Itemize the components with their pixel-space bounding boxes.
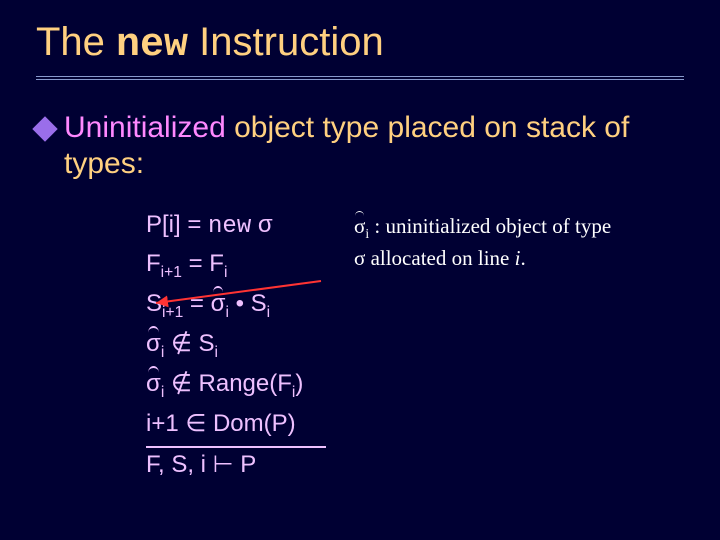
title-post: Instruction — [188, 20, 384, 64]
bullet-row: Uninitialized object type placed on stac… — [36, 110, 684, 182]
nhat: σ — [354, 214, 365, 238]
r4m: ∉ S — [164, 330, 214, 357]
rule-line-3: Si+1 = σi • Si — [146, 285, 326, 325]
slide-title: The new Instruction — [36, 20, 684, 68]
bullet-text: Uninitialized object type placed on stac… — [64, 110, 684, 182]
rule-line-5: σi ∉ Range(Fi) — [146, 365, 326, 405]
r3a: S — [146, 290, 162, 317]
r5m: ∉ Range(F — [164, 370, 292, 397]
sigma-hat-icon: σ — [146, 325, 161, 362]
r7: F, S, i ⊢ P — [146, 451, 256, 478]
ndot: . — [520, 246, 525, 270]
r1kw: new — [208, 213, 251, 240]
r3s2: i — [267, 304, 270, 321]
content-row: P[i] = new σ Fi+1 = Fi Si+1 = σi • Si σi… — [36, 206, 684, 483]
r3m: = — [183, 290, 210, 317]
rule-line-4: σi ∉ Si — [146, 325, 326, 365]
r4s: i — [215, 344, 218, 361]
side-note: σi : uninitialized object of type σ allo… — [354, 206, 614, 483]
sigma-hat-icon: σ — [146, 365, 161, 402]
diamond-bullet-icon — [32, 116, 57, 141]
r2m: = F — [182, 250, 224, 277]
title-pre: The — [36, 20, 116, 64]
title-underline — [36, 76, 684, 80]
rule-line-1: P[i] = new σ — [146, 206, 326, 245]
r3b: • S — [229, 290, 267, 317]
r1a: P[i] = — [146, 211, 208, 238]
r4h: σ — [146, 330, 161, 357]
r5b: ) — [295, 370, 303, 397]
rule-line-2: Fi+1 = Fi — [146, 245, 326, 285]
nrest: : uninitialized object of type σ allocat… — [354, 214, 611, 270]
rule-line-6: i+1 ∈ Dom(P) — [146, 405, 326, 442]
r6: i+1 ∈ Dom(P) — [146, 410, 296, 437]
r3s1: i+1 — [162, 304, 183, 321]
r3h: σ — [211, 290, 226, 317]
sigma-hat-icon: σ — [354, 212, 365, 240]
r2s2: i — [224, 264, 227, 281]
rule-line-7: F, S, i ⊢ P — [146, 446, 326, 483]
slide: The new Instruction Uninitialized object… — [0, 0, 720, 540]
r1b: σ — [251, 211, 272, 238]
r2s1: i+1 — [161, 264, 182, 281]
sigma-hat-icon: σ — [211, 285, 226, 322]
r5h: σ — [146, 370, 161, 397]
title-keyword: new — [116, 23, 188, 68]
bullet-keyword: Uninitialized — [64, 111, 226, 144]
r2a: F — [146, 250, 161, 277]
inference-rules: P[i] = new σ Fi+1 = Fi Si+1 = σi • Si σi… — [146, 206, 326, 483]
